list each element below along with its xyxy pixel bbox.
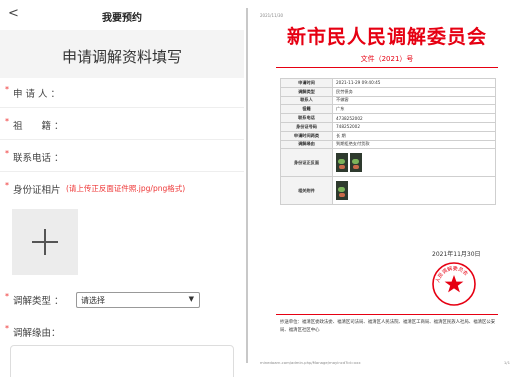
row-key: 联系人 <box>280 95 333 106</box>
row-value: 不做客 <box>332 95 496 106</box>
required-mark: * <box>5 181 9 190</box>
form-title: 申请调解资料填写 <box>61 48 182 66</box>
row-key: 调解类型 <box>280 86 333 97</box>
row-value: 748252002 <box>332 121 496 132</box>
row-key: 身份证号码 <box>280 121 333 132</box>
origin-field[interactable]: * 祖 籍 ： <box>0 110 244 140</box>
row-value: 到期拒绝支付货款 <box>332 139 496 150</box>
row-key: 申请时间两类 <box>280 130 333 141</box>
row-key: 联系电话 <box>280 113 333 123</box>
mediation-type-value: 请选择 <box>81 296 105 305</box>
reason-field: * 调解缘由： <box>0 317 244 347</box>
mediation-type-label: 调解类型 ： <box>13 296 64 307</box>
applicant-field[interactable]: * 申 请 人 ： <box>0 78 244 108</box>
phone-label: 联系电话 ： <box>13 153 64 164</box>
row-value: 民劳债务 <box>332 86 496 97</box>
table-row: 申请时间 2021-11-29 09:40:45 <box>280 78 496 88</box>
id-photo-field: * 身份证相片 (请上传正反面证件照.jpg/png格式) <box>0 174 244 204</box>
official-seal: 人民调解委员会 <box>432 262 476 306</box>
row-value: 广东 <box>332 104 496 115</box>
doc-date: 2021年11月30日 <box>432 251 481 258</box>
table-row: 申请时间两类长 期 <box>280 130 496 141</box>
table-row: 身份证号码 748252002 <box>280 121 496 132</box>
id-photo-thumbnails <box>332 148 496 178</box>
table-row: 联系电话 4738252002 <box>280 113 496 123</box>
applicant-label: 申 请 人 ： <box>13 89 61 100</box>
phone-field[interactable]: * 联系电话 ： <box>0 142 244 172</box>
table-row: 相关附件 <box>280 176 496 206</box>
cc-units: 抄送单位：福清区委政法委、福清区司法局、福清区人民法院、福清区工商局、福清区民族… <box>280 320 496 333</box>
form-header: 申请调解资料填写 <box>0 30 244 78</box>
panel-divider <box>246 8 248 363</box>
document-preview: 2021/11/30 新市民人民调解委员会 文件（2021）号 申请时间 2021… <box>256 8 518 374</box>
mobile-form-panel: < 我要预约 申请调解资料填写 * 申 请 人 ： * 祖 籍 ： * 联系电话… <box>0 0 244 377</box>
photo-thumbnail[interactable] <box>336 153 348 173</box>
row-key: 申请时间 <box>280 78 333 88</box>
row-key: 调解缘由 <box>280 139 333 150</box>
red-rule <box>276 67 498 68</box>
photo-thumbnail[interactable] <box>336 181 348 201</box>
row-key: 相关附件 <box>280 176 333 206</box>
doc-title: 新市民人民调解委员会 <box>286 26 487 48</box>
row-key: 身份证正反面 <box>280 148 333 178</box>
table-row: 调解类型 民劳债务 <box>280 86 496 97</box>
table-row: 联系人 不做客 <box>280 95 496 106</box>
caret-down-icon: ▼ <box>188 295 194 303</box>
id-photo-hint: (请上传正反面证件照.jpg/png格式) <box>66 184 186 193</box>
origin-label: 祖 籍 ： <box>13 121 64 132</box>
row-value: 2021-11-29 09:40:45 <box>332 78 496 88</box>
required-mark: * <box>5 85 9 94</box>
row-key: 祖籍 <box>280 104 333 115</box>
table-row: 调解缘由 到期拒绝支付货款 <box>280 139 496 150</box>
row-value: 长 期 <box>332 130 496 141</box>
required-mark: * <box>5 292 9 301</box>
table-row: 祖籍 广东 <box>280 104 496 115</box>
required-mark: * <box>5 117 9 126</box>
doc-header-date: 2021/11/30 <box>260 13 284 18</box>
id-photo-label: 身份证相片 <box>13 185 61 196</box>
required-mark: * <box>5 324 9 333</box>
doc-footer-page: 1/1 <box>503 360 510 365</box>
red-rule-bottom <box>276 314 498 315</box>
upload-photo-button[interactable] <box>12 209 78 275</box>
reason-label: 调解缘由： <box>13 328 61 339</box>
nav-bar: < 我要预约 <box>0 0 244 30</box>
reason-textarea[interactable] <box>10 345 234 377</box>
required-mark: * <box>5 149 9 158</box>
doc-number: 文件（2021）号 <box>360 55 414 63</box>
table-row: 身份证正反面 <box>280 148 496 178</box>
nav-title: 我要预约 <box>102 13 142 24</box>
attachment-thumbnails <box>332 176 496 206</box>
photo-thumbnail[interactable] <box>350 153 362 173</box>
mediation-type-select[interactable]: 请选择 ▼ <box>76 292 200 308</box>
doc-footer-url: minedoarn.com/admin.php/Manage/mayincd?i… <box>260 360 361 365</box>
info-table: 申请时间 2021-11-29 09:40:45 调解类型 民劳债务 联系人 不做客 … <box>280 78 496 206</box>
row-value: 4738252002 <box>332 113 496 123</box>
